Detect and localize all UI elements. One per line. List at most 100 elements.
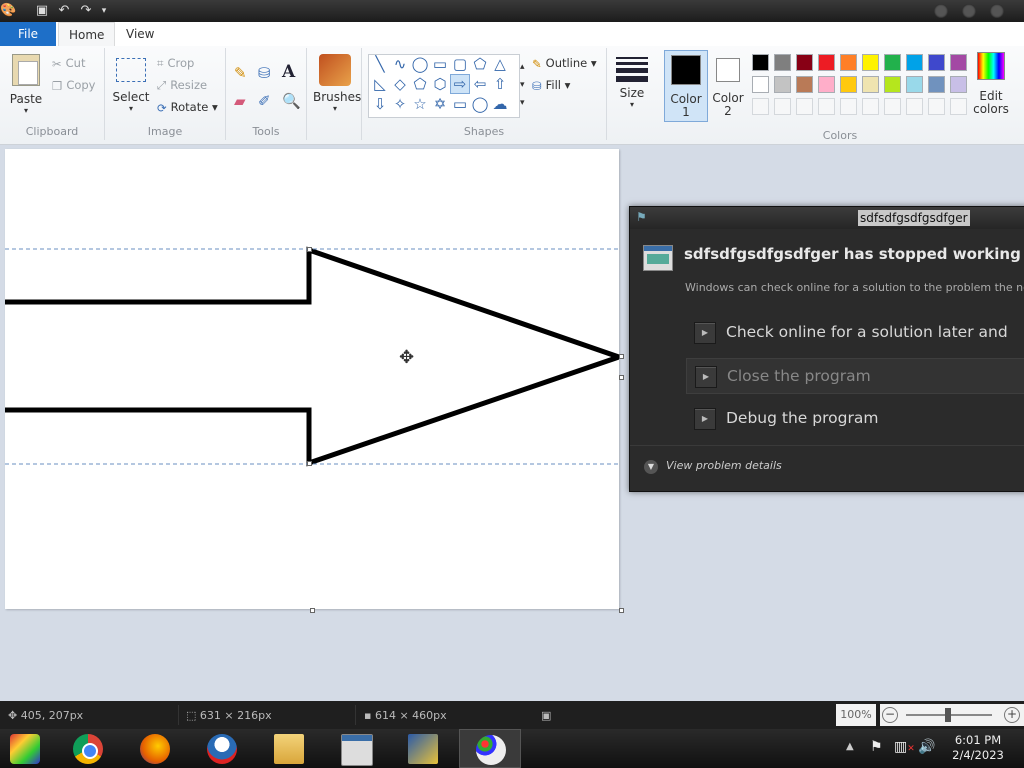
palette-swatch[interactable] (928, 54, 945, 71)
taskbar-explorer[interactable] (258, 729, 320, 768)
maximize-button[interactable] (962, 4, 976, 18)
right-arrow-shape-icon[interactable]: ⇨ (450, 74, 470, 94)
minimize-button[interactable] (934, 4, 948, 18)
custom-color-slot[interactable] (906, 98, 923, 115)
start-button[interactable] (0, 729, 56, 768)
palette-swatch[interactable] (774, 76, 791, 93)
custom-color-slot[interactable] (796, 98, 813, 115)
hexagon-shape-icon[interactable]: ⬡ (431, 75, 449, 93)
palette-swatch[interactable] (928, 76, 945, 93)
cloud-callout-shape-icon[interactable]: ☁ (491, 95, 509, 113)
fill-bucket-icon[interactable]: ⛁ (258, 64, 271, 82)
four-point-star-shape-icon[interactable]: ✧ (391, 95, 409, 113)
custom-color-slot[interactable] (950, 98, 967, 115)
color1-button[interactable]: Color 1 (664, 50, 708, 122)
rounded-rectangle-shape-icon[interactable]: ▢ (451, 55, 469, 73)
palette-swatch[interactable] (862, 76, 879, 93)
palette-swatch[interactable] (906, 76, 923, 93)
canvas-resize-handle[interactable] (619, 375, 624, 380)
oval-callout-shape-icon[interactable]: ◯ (471, 95, 489, 113)
taskbar-chrome[interactable] (57, 729, 119, 768)
resize-button[interactable]: ⤢ Resize (157, 78, 207, 93)
custom-color-slot[interactable] (752, 98, 769, 115)
clock[interactable]: 6:01 PM 2/4/2023 (946, 733, 1010, 763)
check-online-option[interactable]: ▶Check online for a solution later and c… (686, 315, 1024, 375)
pentagon-shape-icon[interactable]: ⬠ (411, 75, 429, 93)
tab-home[interactable]: Home (58, 22, 116, 48)
paste-button[interactable]: Paste ▾ (6, 54, 46, 115)
callout-shape-icon[interactable]: ▭ (451, 95, 469, 113)
custom-color-slot[interactable] (840, 98, 857, 115)
curve-shape-icon[interactable]: ∿ (391, 55, 409, 73)
undo-icon[interactable]: ↶ (56, 3, 72, 19)
line-shape-icon[interactable]: ╲ (371, 55, 389, 73)
canvas-resize-handle[interactable] (619, 608, 624, 613)
magnifier-icon[interactable]: 🔍 (282, 92, 301, 110)
fill-button[interactable]: ⛁ Fill ▾ (532, 78, 570, 93)
taskbar-paint[interactable] (459, 729, 521, 768)
outline-button[interactable]: ✎ Outline ▾ (532, 56, 597, 71)
zoom-in-button[interactable]: + (1004, 707, 1020, 723)
color2-button[interactable]: Color 2 (708, 50, 748, 120)
zoom-slider-thumb[interactable] (945, 708, 951, 722)
five-point-star-shape-icon[interactable]: ☆ (411, 95, 429, 113)
copy-button[interactable]: ❐ Copy (52, 78, 95, 93)
text-tool-icon[interactable]: A (282, 62, 295, 82)
close-button[interactable] (990, 4, 1004, 18)
crop-button[interactable]: ⌗ Crop (157, 56, 194, 71)
save-icon[interactable]: ▣ (34, 3, 50, 19)
palette-swatch[interactable] (950, 54, 967, 71)
zoom-out-button[interactable]: − (882, 707, 898, 723)
color-picker-icon[interactable]: ✐ (258, 92, 271, 110)
selection-handle[interactable] (307, 247, 312, 252)
tab-view[interactable]: View (116, 22, 164, 46)
edit-colors-button[interactable]: Edit colors (970, 52, 1012, 116)
taskbar-obama[interactable] (191, 729, 253, 768)
network-icon[interactable]: ▥✕ (894, 739, 915, 755)
redo-icon[interactable]: ↷ (78, 3, 94, 19)
shapes-scroll-up-icon[interactable]: ▴ (520, 62, 525, 72)
canvas-resize-handle[interactable] (310, 608, 315, 613)
paint-app-icon[interactable]: 🎨 (0, 3, 16, 19)
dialog-title-bar[interactable]: ⚑ sdfsdfgsdfgsdfger (630, 207, 1024, 229)
triangle-shape-icon[interactable]: △ (491, 55, 509, 73)
size-button[interactable]: Size ▾ (610, 54, 654, 109)
palette-swatch[interactable] (862, 54, 879, 71)
six-point-star-shape-icon[interactable]: ✡ (431, 95, 449, 113)
show-hidden-icons-icon[interactable]: ▲ (846, 741, 854, 752)
volume-icon[interactable]: 🔊 (918, 739, 935, 755)
palette-swatch[interactable] (818, 54, 835, 71)
palette-swatch[interactable] (840, 76, 857, 93)
right-triangle-shape-icon[interactable]: ◺ (371, 75, 389, 93)
custom-color-slot[interactable] (884, 98, 901, 115)
close-program-option[interactable]: ▶ Close the program (686, 358, 1024, 394)
selection-handle[interactable] (619, 354, 624, 359)
action-center-flag-icon[interactable]: ⚑ (870, 739, 883, 755)
oval-shape-icon[interactable]: ◯ (411, 55, 429, 73)
selection-handle[interactable] (307, 461, 312, 466)
left-arrow-shape-icon[interactable]: ⇦ (471, 75, 489, 93)
palette-swatch[interactable] (796, 54, 813, 71)
rotate-button[interactable]: ⟳ Rotate ▾ (157, 100, 218, 115)
select-button[interactable]: Select ▾ (111, 58, 151, 113)
palette-swatch[interactable] (840, 54, 857, 71)
palette-swatch[interactable] (796, 76, 813, 93)
custom-color-slot[interactable] (862, 98, 879, 115)
custom-color-slot[interactable] (928, 98, 945, 115)
debug-program-option[interactable]: ▶ Debug the program (686, 401, 1024, 435)
palette-swatch[interactable] (906, 54, 923, 71)
rectangle-shape-icon[interactable]: ▭ (431, 55, 449, 73)
customize-quick-access-icon[interactable]: ▾ (96, 3, 112, 19)
custom-color-slot[interactable] (774, 98, 791, 115)
palette-swatch[interactable] (950, 76, 967, 93)
taskbar-error-app[interactable] (325, 729, 387, 768)
view-details-link[interactable]: ▼ View problem details (644, 459, 782, 474)
eraser-icon[interactable]: ▰ (234, 92, 246, 110)
tab-file[interactable]: File (0, 22, 56, 46)
palette-swatch[interactable] (752, 54, 769, 71)
palette-swatch[interactable] (884, 76, 901, 93)
palette-swatch[interactable] (752, 76, 769, 93)
palette-swatch[interactable] (774, 54, 791, 71)
cut-button[interactable]: ✂ Cut (52, 56, 85, 71)
pencil-icon[interactable]: ✎ (234, 64, 247, 82)
